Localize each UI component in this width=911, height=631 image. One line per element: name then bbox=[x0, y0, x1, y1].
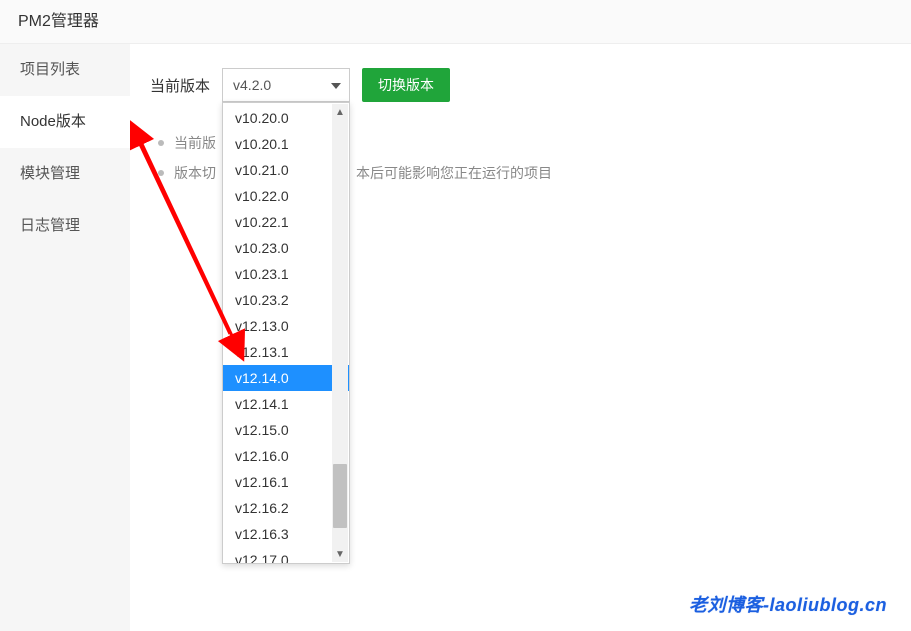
version-option[interactable]: v12.16.0 bbox=[223, 443, 349, 469]
sidebar-item-project-list[interactable]: 项目列表 bbox=[0, 44, 130, 96]
bullet-icon bbox=[158, 170, 164, 176]
note-text: 当前版 bbox=[174, 128, 216, 158]
version-dropdown-list[interactable]: v10.20.0v10.20.1v10.21.0v10.22.0v10.22.1… bbox=[223, 103, 349, 563]
chevron-down-icon bbox=[331, 78, 341, 92]
scroll-track[interactable] bbox=[332, 120, 348, 546]
version-option[interactable]: v10.23.2 bbox=[223, 287, 349, 313]
version-option[interactable]: v12.16.3 bbox=[223, 521, 349, 547]
scroll-thumb[interactable] bbox=[333, 464, 347, 528]
version-option[interactable]: v12.14.1 bbox=[223, 391, 349, 417]
watermark-text: 老刘博客-laoliublog.cn bbox=[689, 591, 887, 617]
version-select-value: v4.2.0 bbox=[233, 77, 271, 93]
sidebar-item-label: 日志管理 bbox=[20, 217, 80, 234]
version-option[interactable]: v10.23.0 bbox=[223, 235, 349, 261]
version-option[interactable]: v12.16.1 bbox=[223, 469, 349, 495]
version-option[interactable]: v12.13.1 bbox=[223, 339, 349, 365]
version-option[interactable]: v10.20.1 bbox=[223, 131, 349, 157]
version-option[interactable]: v12.16.2 bbox=[223, 495, 349, 521]
version-dropdown-panel: v10.20.0v10.20.1v10.21.0v10.22.0v10.22.1… bbox=[222, 102, 350, 564]
bullet-icon bbox=[158, 140, 164, 146]
sidebar-item-label: 项目列表 bbox=[20, 61, 80, 78]
sidebar-item-label: 模块管理 bbox=[20, 165, 80, 182]
version-option[interactable]: v12.15.0 bbox=[223, 417, 349, 443]
version-option[interactable]: v10.22.0 bbox=[223, 183, 349, 209]
scrollbar[interactable]: ▲ ▼ bbox=[332, 104, 348, 562]
note-text: 版本切 bbox=[174, 158, 216, 188]
version-option[interactable]: v12.13.0 bbox=[223, 313, 349, 339]
current-version-label: 当前版本 bbox=[150, 75, 210, 96]
switch-version-button[interactable]: 切换版本 bbox=[362, 68, 450, 102]
version-option[interactable]: v12.17.0 bbox=[223, 547, 349, 563]
note-text-tail: 本后可能影响您正在运行的项目 bbox=[356, 158, 552, 188]
version-select[interactable]: v4.2.0 bbox=[222, 68, 350, 102]
sidebar-item-module-manage[interactable]: 模块管理 bbox=[0, 148, 130, 200]
sidebar-item-node-version[interactable]: Node版本 bbox=[0, 96, 130, 148]
window-title: PM2管理器 bbox=[0, 0, 911, 44]
scroll-down-arrow-icon[interactable]: ▼ bbox=[332, 546, 348, 562]
current-version-row: 当前版本 v4.2.0 切换版本 bbox=[150, 68, 891, 102]
version-option[interactable]: v10.23.1 bbox=[223, 261, 349, 287]
version-option[interactable]: v10.22.1 bbox=[223, 209, 349, 235]
sidebar-item-label: Node版本 bbox=[20, 113, 86, 130]
scroll-up-arrow-icon[interactable]: ▲ bbox=[332, 104, 348, 120]
sidebar-item-log-manage[interactable]: 日志管理 bbox=[0, 200, 130, 252]
version-option[interactable]: v10.21.0 bbox=[223, 157, 349, 183]
sidebar: 项目列表 Node版本 模块管理 日志管理 bbox=[0, 44, 130, 631]
main-panel: 当前版本 v4.2.0 切换版本 当前版 版本切 本后可能影响您正在运行的项目 bbox=[130, 44, 911, 631]
version-option[interactable]: v12.14.0 bbox=[223, 365, 349, 391]
version-option[interactable]: v10.20.0 bbox=[223, 105, 349, 131]
